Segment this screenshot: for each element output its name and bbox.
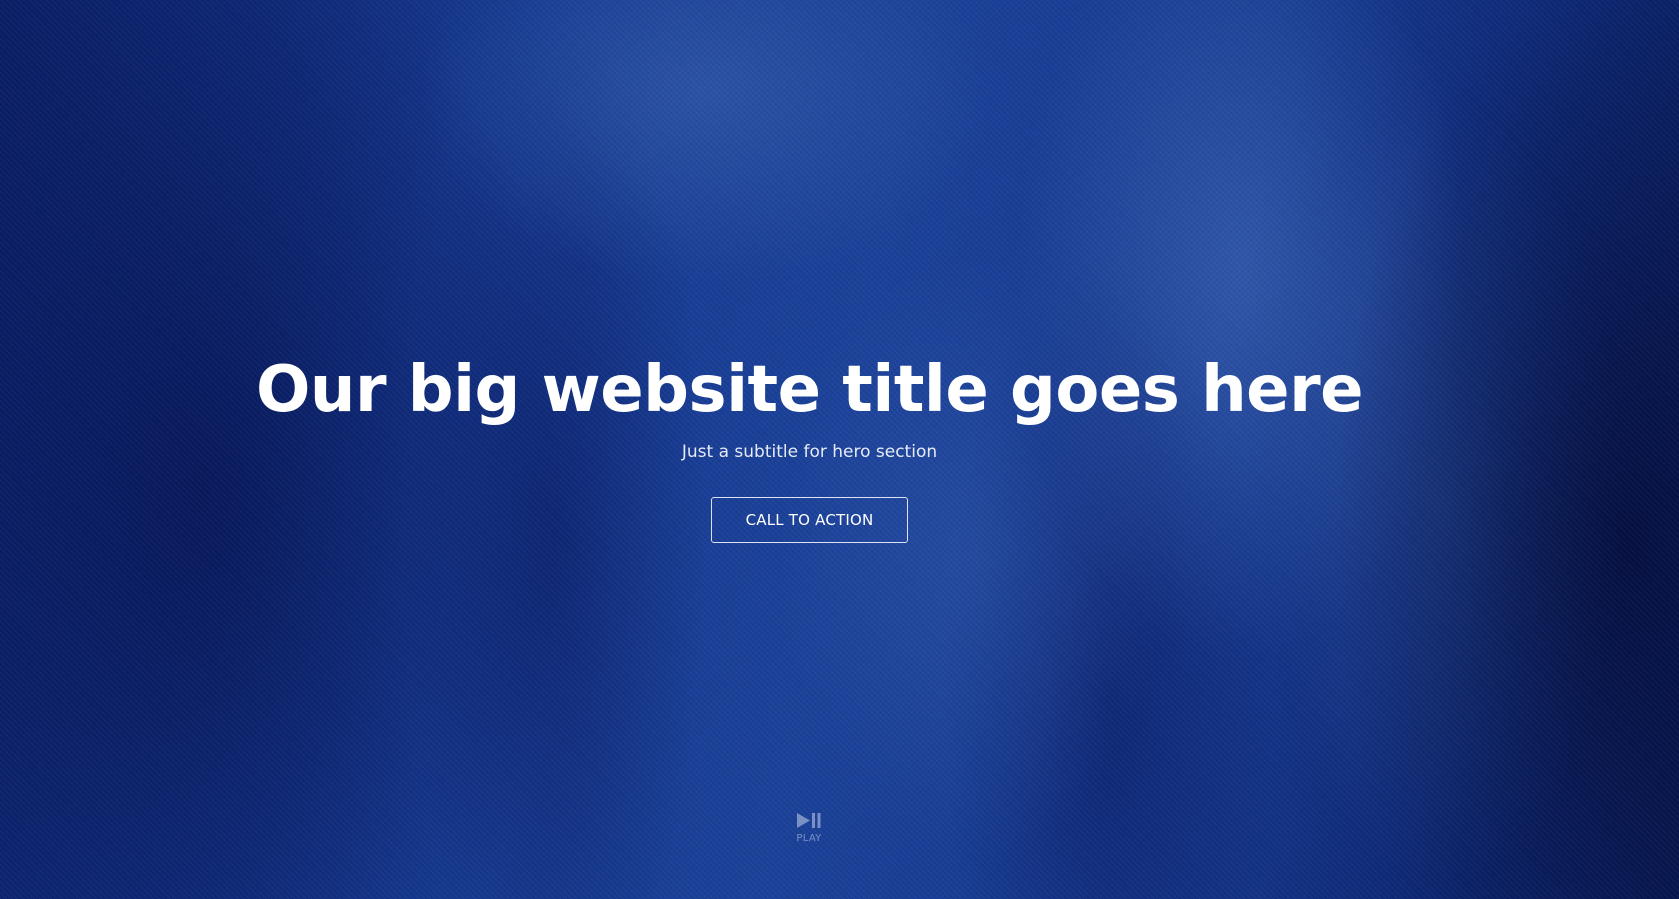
play-pause-icon: [796, 812, 822, 829]
play-label: PLAY: [796, 833, 822, 844]
video-play-button[interactable]: PLAY: [779, 812, 839, 845]
hero-title: Our big website title goes here: [255, 353, 1364, 427]
hero-section: Our big website title goes here Just a s…: [0, 352, 1679, 543]
call-to-action-button[interactable]: CALL TO ACTION: [711, 497, 908, 543]
hero-subtitle: Just a subtitle for hero section: [681, 442, 938, 462]
